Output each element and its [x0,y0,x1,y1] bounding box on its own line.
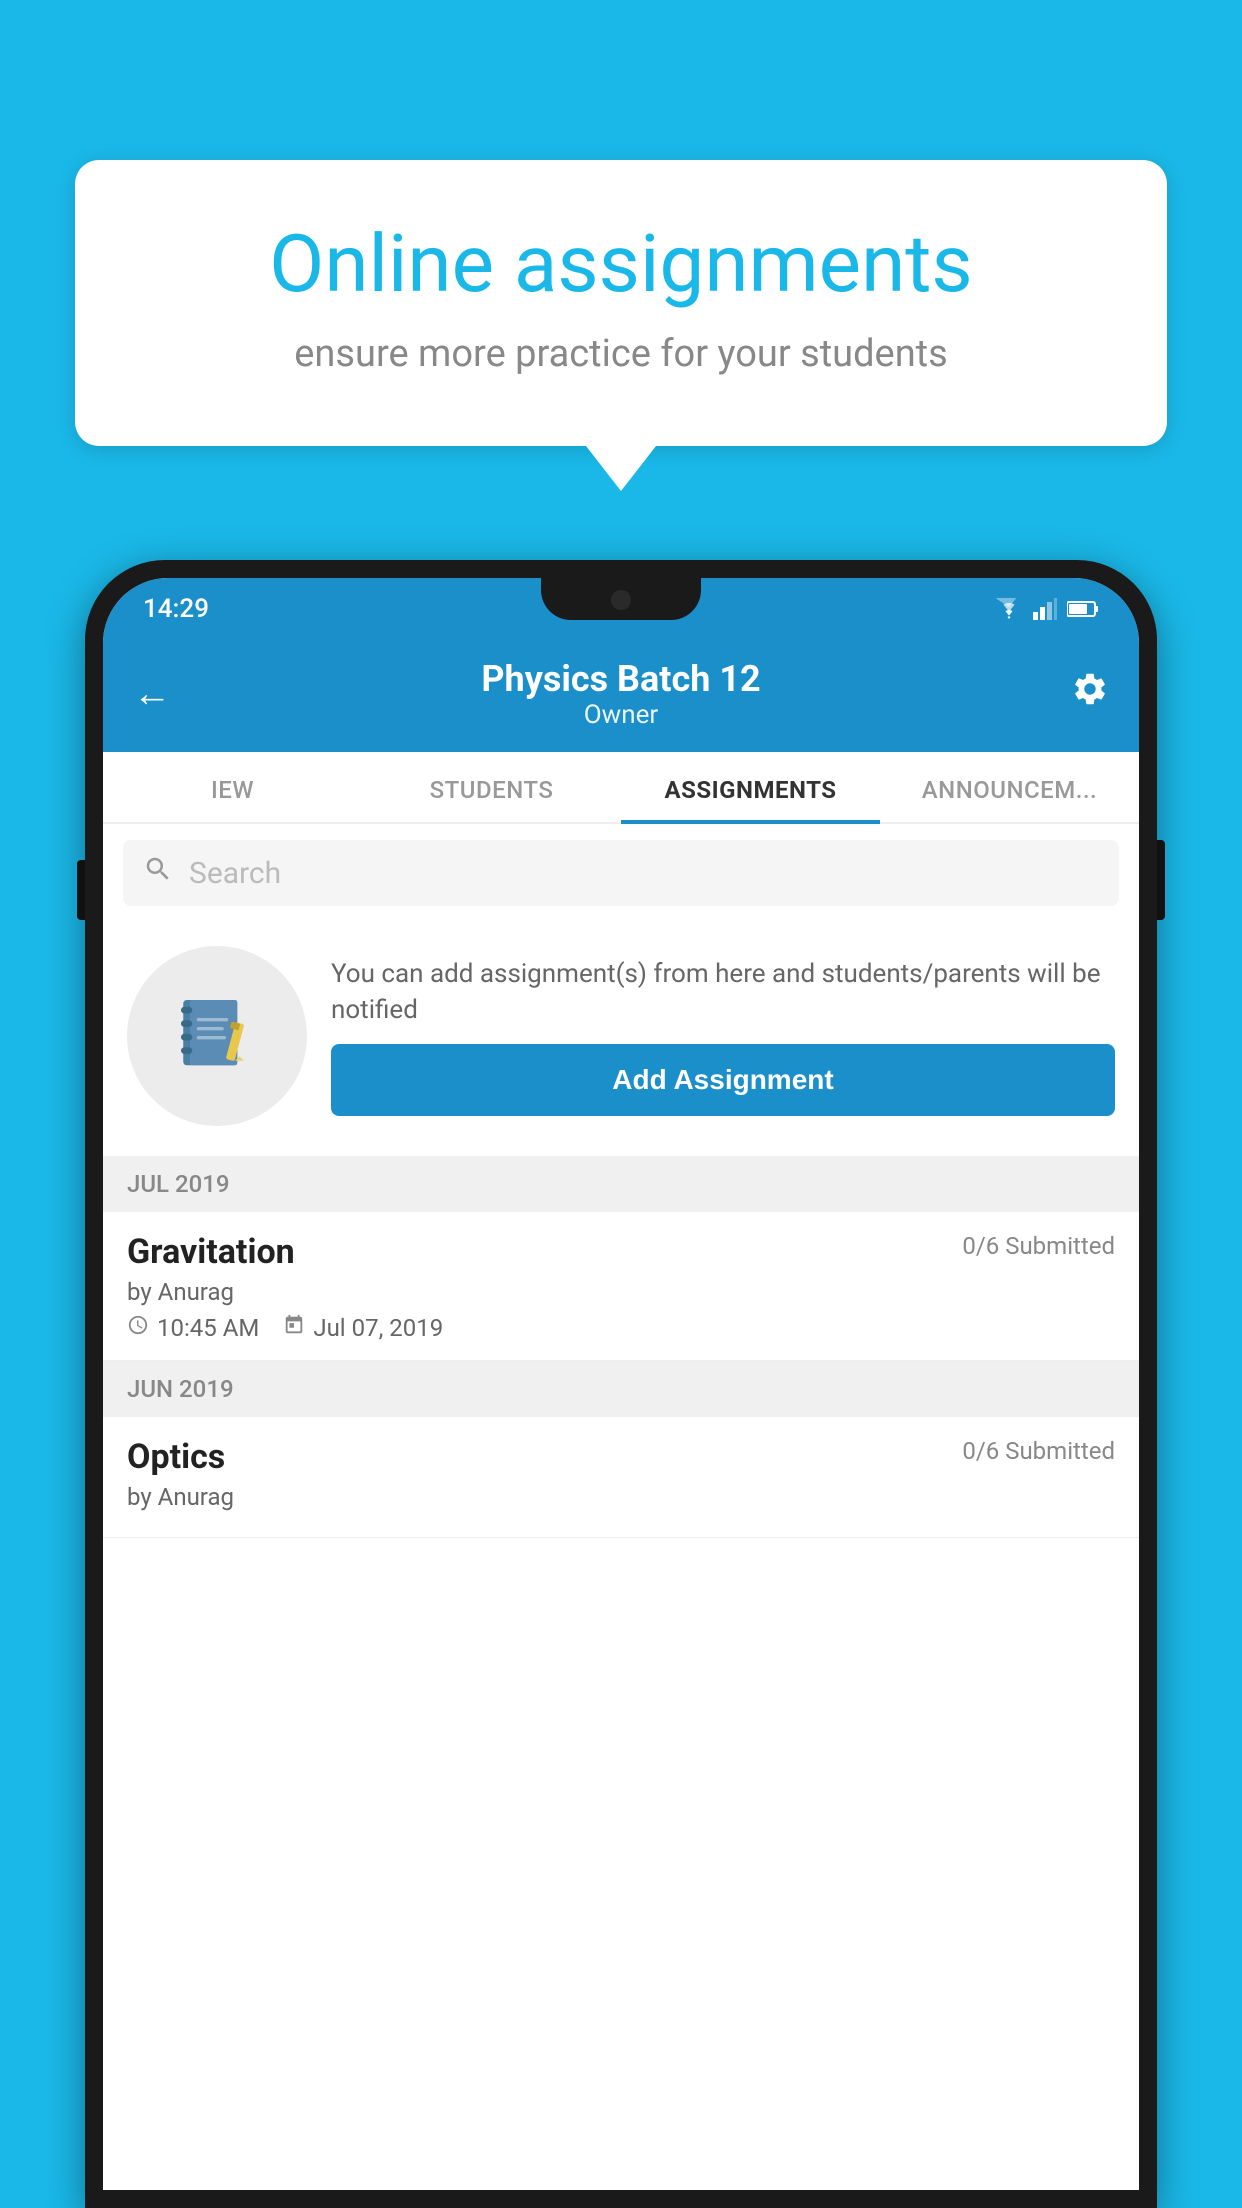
phone-screen: 14:29 [103,578,1139,2190]
assignment-item-optics[interactable]: Optics 0/6 Submitted by Anurag [103,1417,1139,1538]
clock-icon [127,1314,149,1342]
status-icons [995,598,1099,620]
back-button[interactable]: ← [133,672,171,716]
search-bar[interactable]: Search [123,840,1119,906]
search-placeholder: Search [189,856,281,891]
assignment-name: Gravitation [127,1232,295,1272]
section-header-jun: JUN 2019 [103,1361,1139,1417]
tab-iew[interactable]: IEW [103,752,362,822]
promo-section: You can add assignment(s) from here and … [103,922,1139,1156]
assignment-status-optics: 0/6 Submitted [962,1437,1115,1465]
gear-icon [1071,670,1109,708]
bubble-subtitle: ensure more practice for your students [145,332,1097,376]
volume-button [77,860,85,920]
battery-icon [1067,600,1099,618]
tab-announcements[interactable]: ANNOUNCEM... [880,752,1139,822]
assignment-status: 0/6 Submitted [962,1232,1115,1260]
notch [541,578,701,620]
promo-card: Online assignments ensure more practice … [75,160,1167,491]
wifi-icon [995,598,1023,620]
assignment-meta: 10:45 AM Jul 07, 2019 [127,1314,1115,1342]
search-bar-wrap: Search [103,824,1139,922]
header-title: Physics Batch 12 [171,658,1071,700]
bubble-title: Online assignments [145,220,1097,308]
assignment-author: by Anurag [127,1278,1115,1306]
tabs-bar: IEW STUDENTS ASSIGNMENTS ANNOUNCEM... [103,752,1139,824]
speech-bubble: Online assignments ensure more practice … [75,160,1167,446]
settings-button[interactable] [1071,670,1109,718]
header-center: Physics Batch 12 Owner [171,658,1071,730]
tab-assignments[interactable]: ASSIGNMENTS [621,752,880,822]
calendar-icon [283,1314,305,1342]
status-time: 14:29 [143,594,209,624]
power-button [1157,840,1165,920]
assignment-time: 10:45 AM [127,1314,259,1342]
assignment-date: Jul 07, 2019 [283,1314,443,1342]
camera [611,590,631,610]
assignment-item-gravitation[interactable]: Gravitation 0/6 Submitted by Anurag 10:4… [103,1212,1139,1361]
speech-bubble-tail [586,446,656,491]
promo-content: You can add assignment(s) from here and … [331,956,1115,1117]
header-subtitle: Owner [171,700,1071,730]
content-area: Search [103,824,1139,2190]
add-assignment-button[interactable]: Add Assignment [331,1044,1115,1116]
assignment-icon-wrap [127,946,307,1126]
section-header-jul: JUL 2019 [103,1156,1139,1212]
phone-frame: 14:29 [85,560,1157,2208]
app-header: ← Physics Batch 12 Owner [103,640,1139,752]
tab-students[interactable]: STUDENTS [362,752,621,822]
assignment-author-optics: by Anurag [127,1483,1115,1511]
notebook-icon [172,991,262,1081]
promo-text: You can add assignment(s) from here and … [331,956,1115,1029]
assignment-name-optics: Optics [127,1437,225,1477]
signal-icon [1033,598,1057,620]
status-bar: 14:29 [103,578,1139,640]
search-icon [143,854,173,892]
